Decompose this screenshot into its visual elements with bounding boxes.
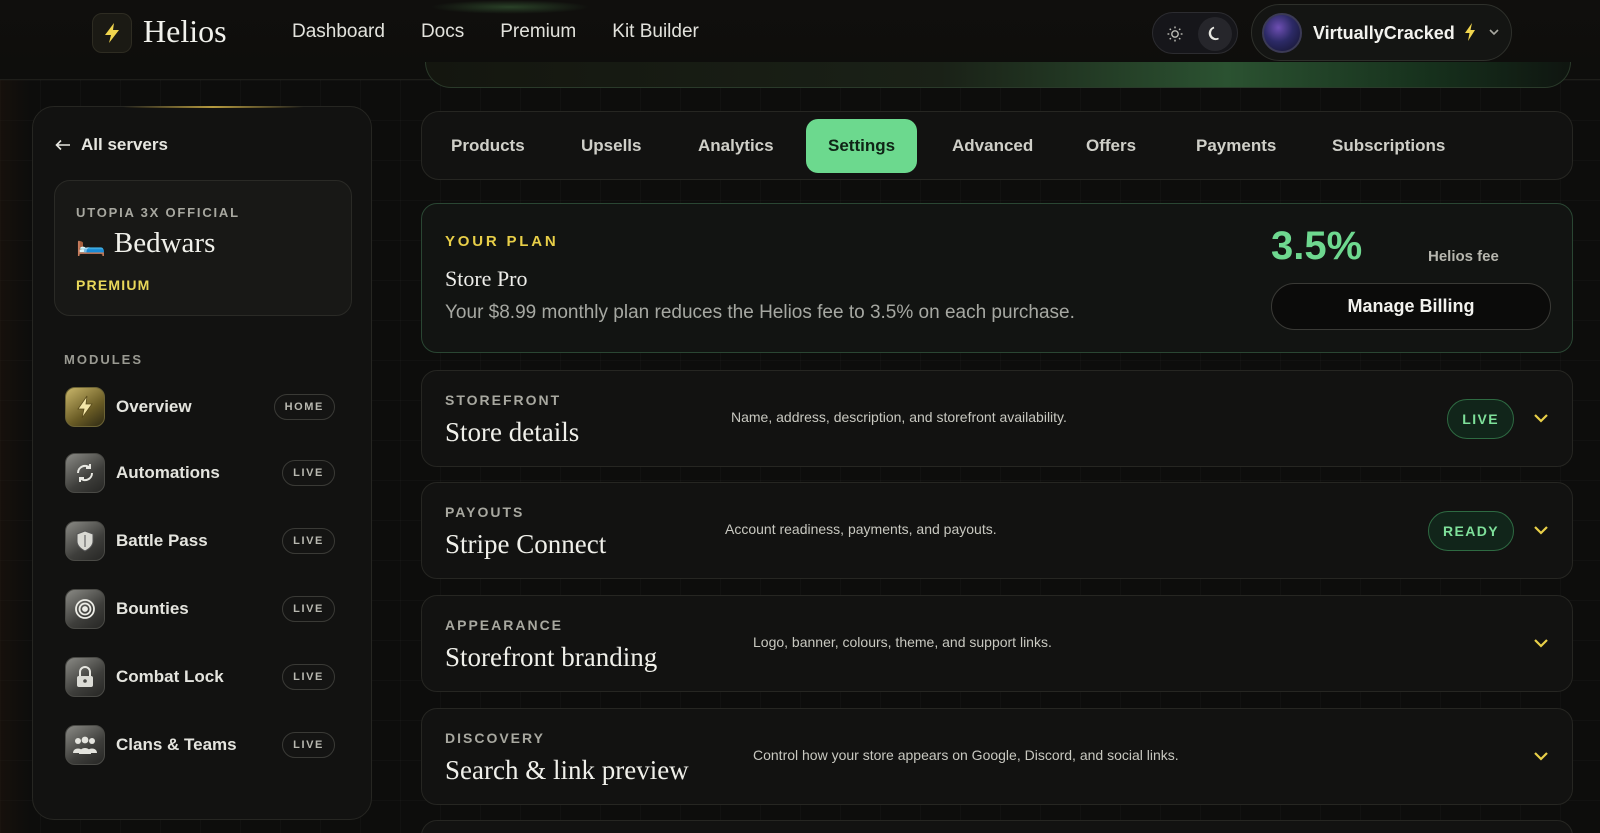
logo[interactable] — [92, 13, 132, 53]
fee-percent: 3.5% — [1271, 224, 1363, 268]
section-description: Name, address, description, and storefro… — [731, 409, 1067, 425]
plan-kicker: YOUR PLAN — [445, 233, 559, 250]
module-label: Battle Pass — [116, 531, 208, 550]
module-label: Bounties — [116, 599, 189, 618]
bed-icon: 🛏️ — [76, 231, 106, 257]
brand-name[interactable]: Helios — [143, 13, 227, 50]
nav-link-docs[interactable]: Docs — [421, 21, 464, 43]
chevron-down-icon[interactable] — [1532, 523, 1550, 537]
nav-link-kit-builder[interactable]: Kit Builder — [612, 21, 699, 43]
moon-icon — [1208, 26, 1219, 41]
user-menu[interactable]: VirtuallyCracked — [1251, 4, 1512, 61]
avatar — [1262, 13, 1302, 53]
nav-link-premium[interactable]: Premium — [500, 21, 576, 43]
server-card: UTOPIA 3X OFFICIAL 🛏️ Bedwars PREMIUM — [54, 180, 352, 316]
module-bounties[interactable]: Bounties LIVE — [65, 589, 335, 633]
section-stripe-connect[interactable]: PAYOUTS Stripe Connect Account readiness… — [421, 482, 1573, 579]
section-search-link-preview[interactable]: DISCOVERY Search & link preview Control … — [421, 708, 1573, 805]
group-icon — [65, 725, 105, 765]
tab-analytics[interactable]: Analytics — [676, 119, 796, 173]
server-title: 🛏️ Bedwars — [76, 227, 215, 260]
section-title: Storefront branding — [445, 642, 658, 672]
server-tier-badge: PREMIUM — [76, 277, 151, 293]
section-kicker: PAYOUTS — [445, 504, 525, 520]
module-badge: HOME — [273, 394, 335, 420]
left-vignette — [0, 0, 30, 833]
plan-title: Store Pro — [445, 266, 528, 291]
modules-heading: MODULES — [64, 352, 143, 367]
section-next-peek — [421, 820, 1573, 833]
theme-toggle — [1152, 12, 1238, 54]
cycle-icon — [65, 453, 105, 493]
section-storefront-branding[interactable]: APPEARANCE Storefront branding Logo, ban… — [421, 595, 1573, 692]
plan-card: YOUR PLAN Store Pro Your $8.99 monthly p… — [421, 203, 1573, 353]
chevron-down-icon — [1489, 29, 1499, 36]
module-label: Overview — [116, 397, 192, 416]
sidebar-glow — [123, 106, 303, 108]
module-overview[interactable]: Overview HOME — [65, 387, 335, 431]
section-title: Store details — [445, 417, 580, 447]
tab-offers[interactable]: Offers — [1064, 119, 1158, 173]
chevron-down-icon[interactable] — [1532, 411, 1550, 425]
nav-link-dashboard[interactable]: Dashboard — [292, 21, 385, 43]
module-label: Combat Lock — [116, 667, 224, 686]
module-battle-pass[interactable]: Battle Pass LIVE — [65, 521, 335, 565]
lightning-icon — [65, 387, 105, 427]
section-description: Logo, banner, colours, theme, and suppor… — [753, 634, 1052, 650]
module-badge: LIVE — [282, 596, 335, 622]
nav-glow — [430, 0, 590, 14]
tab-products[interactable]: Products — [429, 119, 547, 173]
module-label: Automations — [116, 463, 220, 482]
module-clans-teams[interactable]: Clans & Teams LIVE — [65, 725, 335, 769]
main-nav: Dashboard Docs Premium Kit Builder — [292, 21, 699, 43]
back-label: All servers — [81, 135, 168, 154]
tab-settings[interactable]: Settings — [806, 119, 918, 173]
module-combat-lock[interactable]: Combat Lock LIVE — [65, 657, 335, 701]
plan-description: Your $8.99 monthly plan reduces the Heli… — [445, 302, 1075, 323]
section-store-details[interactable]: STOREFRONT Store details Name, address, … — [421, 370, 1573, 467]
username: VirtuallyCracked — [1313, 23, 1455, 43]
lock-icon — [65, 657, 105, 697]
manage-billing-button[interactable]: Manage Billing — [1271, 283, 1551, 330]
chevron-down-icon[interactable] — [1532, 749, 1550, 763]
tab-subscriptions[interactable]: Subscriptions — [1310, 119, 1467, 173]
hero-banner-edge — [425, 62, 1571, 88]
bolt-icon — [105, 23, 119, 43]
section-kicker: DISCOVERY — [445, 730, 545, 746]
fee-label: Helios fee — [1428, 248, 1499, 265]
module-automations[interactable]: Automations LIVE — [65, 453, 335, 497]
module-badge: LIVE — [282, 732, 335, 758]
tab-advanced[interactable]: Advanced — [930, 119, 1055, 173]
section-description: Account readiness, payments, and payouts… — [725, 521, 997, 537]
sidebar: All servers UTOPIA 3X OFFICIAL 🛏️ Bedwar… — [32, 106, 372, 820]
bolt-icon — [1465, 23, 1475, 41]
section-title: Search & link preview — [445, 755, 689, 785]
status-badge: READY — [1427, 511, 1514, 551]
tab-upsells[interactable]: Upsells — [559, 119, 663, 173]
light-theme-button[interactable] — [1158, 17, 1192, 51]
section-kicker: APPEARANCE — [445, 617, 564, 633]
status-badge: LIVE — [1447, 399, 1514, 439]
section-title: Stripe Connect — [445, 529, 607, 559]
chevron-down-icon[interactable] — [1532, 636, 1550, 650]
back-to-servers-link[interactable]: All servers — [55, 135, 168, 155]
module-badge: LIVE — [282, 664, 335, 690]
section-description: Control how your store appears on Google… — [753, 747, 1179, 763]
module-badge: LIVE — [282, 460, 335, 486]
top-nav: Helios Dashboard Docs Premium Kit Builde… — [0, 0, 1600, 88]
dark-theme-button[interactable] — [1198, 17, 1232, 51]
server-name: Bedwars — [113, 227, 216, 259]
arrow-left-icon — [55, 139, 70, 151]
tab-payments[interactable]: Payments — [1174, 119, 1298, 173]
settings-tabs: Products Upsells Analytics Settings Adva… — [421, 111, 1573, 180]
sun-icon — [1167, 26, 1183, 42]
server-subtitle: UTOPIA 3X OFFICIAL — [76, 205, 240, 220]
module-badge: LIVE — [282, 528, 335, 554]
shield-icon — [65, 521, 105, 561]
section-kicker: STOREFRONT — [445, 392, 562, 408]
target-icon — [65, 589, 105, 629]
module-label: Clans & Teams — [116, 735, 237, 754]
